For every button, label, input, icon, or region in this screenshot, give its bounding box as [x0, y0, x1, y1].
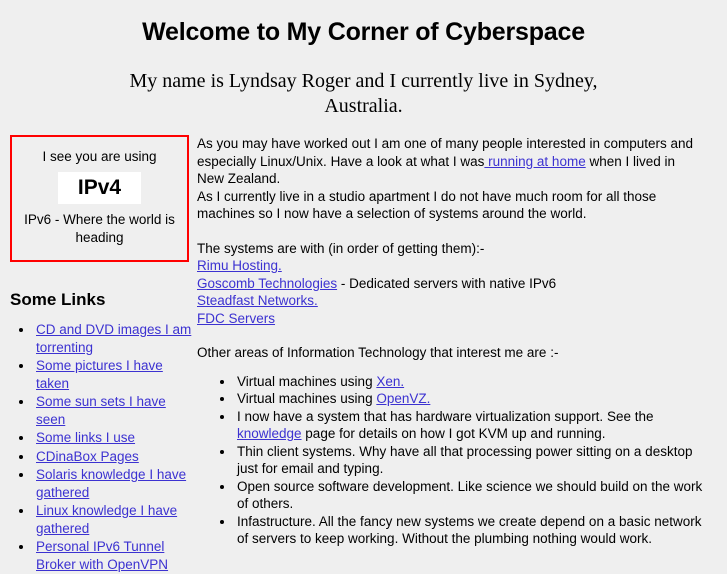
- list-item: CD and DVD images I am torrenting: [34, 321, 195, 356]
- list-item: Open source software development. Like s…: [235, 478, 703, 513]
- interest-prefix: I now have a system that has hardware vi…: [237, 408, 654, 424]
- list-item: Steadfast Networks.: [197, 292, 703, 310]
- sidebar-item-cdinabox-pages[interactable]: CDinaBox Pages: [36, 449, 139, 464]
- ip-box-lead-text: I see you are using: [42, 149, 157, 164]
- list-item: CDinaBox Pages: [34, 448, 195, 466]
- sidebar-item-solaris-knowledge[interactable]: Solaris knowledge I have gathered: [36, 467, 186, 500]
- interest-suffix: page for details on how I got KVM up and…: [301, 426, 606, 441]
- sidebar-item-linux-knowledge[interactable]: Linux knowledge I have gathered: [36, 503, 177, 536]
- systems-intro-paragraph: The systems are with (in order of gettin…: [197, 240, 485, 256]
- sidebar-link-list: CD and DVD images I am torrenting Some p…: [0, 321, 195, 573]
- list-item: Some sun sets I have seen: [34, 393, 195, 428]
- list-item: Virtual machines using OpenVZ.: [235, 390, 703, 408]
- list-item: I now have a system that has hardware vi…: [235, 408, 703, 443]
- goscomb-technologies-link[interactable]: Goscomb Technologies: [197, 276, 337, 291]
- list-item: Goscomb Technologies - Dedicated servers…: [197, 275, 703, 293]
- goscomb-technologies-suffix: - Dedicated servers with native IPv6: [337, 275, 557, 291]
- interests-intro-paragraph: Other areas of Information Technology th…: [197, 345, 559, 360]
- list-item: Personal IPv6 Tunnel Broker with OpenVPN: [34, 538, 195, 573]
- interest-prefix: Virtual machines using: [237, 373, 377, 389]
- sidebar-heading: Some Links: [10, 290, 106, 309]
- rimu-hosting-link[interactable]: Rimu Hosting.: [197, 258, 282, 273]
- list-item: Some pictures I have taken: [34, 357, 195, 392]
- studio-apartment-paragraph: As I currently live in a studio apartmen…: [197, 188, 657, 222]
- list-item: Infastructure. All the fancy new systems…: [235, 513, 703, 548]
- running-at-home-link[interactable]: running at home: [484, 154, 586, 169]
- knowledge-link[interactable]: knowledge: [237, 426, 302, 441]
- list-item: Solaris knowledge I have gathered: [34, 466, 195, 501]
- ip-version-wrapper: IPv4: [20, 172, 179, 204]
- fdc-servers-link[interactable]: FDC Servers: [197, 311, 275, 326]
- sidebar-item-pictures[interactable]: Some pictures I have taken: [36, 358, 163, 391]
- ip-detection-box: I see you are using IPv4 IPv6 - Where th…: [10, 135, 189, 262]
- intro-paragraph: As you may have worked out I am one of m…: [197, 135, 703, 188]
- page-subtitle: My name is Lyndsay Roger and I currently…: [129, 70, 598, 117]
- sidebar-item-ipv6-tunnel-broker[interactable]: Personal IPv6 Tunnel Broker with OpenVPN: [36, 539, 168, 572]
- ip-version-badge: IPv4: [57, 172, 142, 204]
- openvz-link[interactable]: OpenVZ.: [376, 391, 430, 406]
- sidebar: I see you are using IPv4 IPv6 - Where th…: [0, 135, 195, 574]
- list-item: Thin client systems. Why have all that p…: [235, 443, 703, 478]
- sidebar-item-sun-sets[interactable]: Some sun sets I have seen: [36, 394, 166, 427]
- list-item: FDC Servers: [197, 310, 703, 328]
- sidebar-item-cd-dvd-images[interactable]: CD and DVD images I am torrenting: [36, 322, 191, 355]
- interest-prefix: Open source software development. Like s…: [237, 478, 703, 512]
- steadfast-networks-link[interactable]: Steadfast Networks.: [197, 293, 318, 308]
- list-item: Some links I use: [34, 429, 195, 447]
- ip-box-tail-text: IPv6 - Where the world is heading: [24, 212, 175, 245]
- systems-provider-list: Rimu Hosting. Goscomb Technologies - Ded…: [197, 257, 703, 327]
- list-item: Linux knowledge I have gathered: [34, 502, 195, 537]
- list-item: Rimu Hosting.: [197, 257, 703, 275]
- list-item: Virtual machines using Xen.: [235, 373, 703, 391]
- body-wrapper: I see you are using IPv4 IPv6 - Where th…: [0, 135, 727, 572]
- interest-prefix: Thin client systems. Why have all that p…: [237, 443, 693, 477]
- main-content: As you may have worked out I am one of m…: [197, 135, 727, 548]
- interest-areas-list: Virtual machines using Xen. Virtual mach…: [197, 373, 703, 548]
- xen-link[interactable]: Xen.: [376, 374, 404, 389]
- interest-prefix: Infastructure. All the fancy new systems…: [237, 513, 702, 547]
- page-title: Welcome to My Corner of Cyberspace: [142, 18, 585, 46]
- sidebar-item-links-i-use[interactable]: Some links I use: [36, 430, 135, 445]
- interest-prefix: Virtual machines using: [237, 391, 377, 406]
